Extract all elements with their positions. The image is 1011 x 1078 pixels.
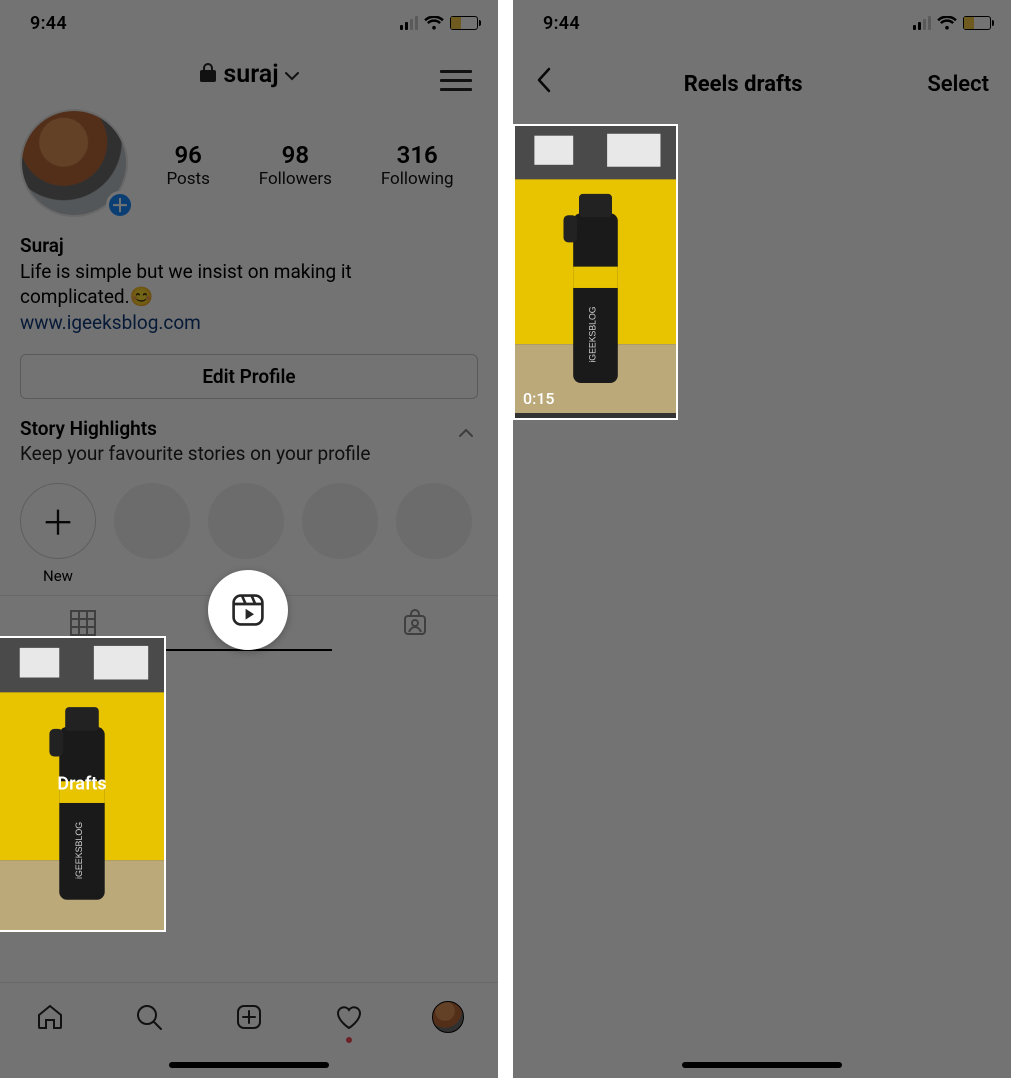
cellular-signal-icon: [913, 16, 931, 30]
chevron-left-icon: [535, 66, 553, 94]
username-text: suraj: [223, 60, 278, 89]
highlight-placeholder: [302, 483, 378, 585]
svg-text:iGEEKSBLOG: iGEEKSBLOG: [74, 822, 84, 879]
followers-label: Followers: [259, 169, 332, 189]
bio-line-2: complicated.😊: [20, 284, 478, 310]
activity-dot: [346, 1037, 352, 1043]
edit-profile-button[interactable]: Edit Profile: [20, 354, 478, 399]
nav-activity[interactable]: [329, 997, 369, 1037]
search-icon: [134, 1002, 164, 1032]
home-indicator: [682, 1062, 842, 1068]
drafts-title: Reels drafts: [684, 72, 803, 97]
status-icons: [400, 16, 478, 31]
screens-divider: [498, 0, 513, 1078]
username-dropdown[interactable]: suraj: [199, 60, 298, 89]
select-button[interactable]: Select: [927, 72, 989, 97]
tab-tagged[interactable]: [332, 596, 498, 650]
draft-duration: 0:15: [523, 389, 555, 408]
plus-icon: ＋: [41, 496, 75, 545]
heart-icon: [334, 1002, 364, 1032]
add-story-badge[interactable]: ＋: [106, 191, 134, 219]
posts-count: 96: [166, 141, 209, 169]
drafts-tile-label: Drafts: [57, 774, 106, 795]
highlight-placeholder: [114, 483, 190, 585]
highlights-subtitle: Keep your favourite stories on your prof…: [20, 442, 478, 465]
followers-stat[interactable]: 98 Followers: [259, 141, 332, 189]
hamburger-menu-button[interactable]: [440, 64, 472, 97]
battery-icon: [963, 16, 991, 30]
reels-icon: [230, 592, 266, 628]
highlight-new-label: New: [43, 567, 73, 585]
home-icon: [35, 1002, 65, 1032]
drafts-header: Reels drafts Select: [513, 46, 1011, 124]
following-stat[interactable]: 316 Following: [381, 141, 454, 189]
bio-line-1: Life is simple but we insist on making i…: [20, 259, 478, 285]
status-time: 9:44: [543, 13, 580, 34]
status-bar: 9:44: [513, 0, 1011, 46]
wifi-icon: [937, 16, 957, 31]
grid-icon: [68, 608, 98, 638]
smile-emoji: 😊: [130, 284, 154, 310]
nav-profile[interactable]: [428, 997, 468, 1037]
new-post-icon: [234, 1002, 264, 1032]
status-bar: 9:44: [0, 0, 498, 46]
highlight-new[interactable]: ＋ New: [20, 483, 96, 585]
highlights-title: Story Highlights: [20, 417, 478, 440]
status-icons: [913, 16, 991, 31]
story-highlights-section: Story Highlights Keep your favourite sto…: [0, 399, 498, 595]
svg-text:iGEEKSBLOG: iGEEKSBLOG: [587, 306, 597, 362]
profile-bio: Suraj Life is simple but we insist on ma…: [0, 221, 498, 340]
drafts-grid: iGEEKSBLOG 0:15: [513, 124, 1011, 420]
reels-drafts-tile[interactable]: iGEEKSBLOG Drafts: [0, 636, 166, 932]
battery-icon: [450, 16, 478, 30]
draft-thumbnail: iGEEKSBLOG: [515, 126, 676, 413]
followers-count: 98: [259, 141, 332, 169]
back-button[interactable]: [529, 62, 559, 106]
profile-avatar[interactable]: ＋: [20, 109, 132, 221]
nav-search[interactable]: [129, 997, 169, 1037]
reels-drafts-screen: 9:44 Reels drafts Select: [513, 0, 1011, 1078]
tagged-icon: [400, 608, 430, 638]
posts-label: Posts: [166, 169, 209, 189]
bio-link[interactable]: www.igeeksblog.com: [20, 310, 478, 336]
lock-icon: [199, 62, 217, 87]
profile-header: suraj: [0, 46, 498, 109]
reels-tab-highlight[interactable]: [208, 570, 288, 650]
draft-item[interactable]: iGEEKSBLOG 0:15: [513, 124, 678, 420]
posts-stat[interactable]: 96 Posts: [166, 141, 209, 189]
following-count: 316: [381, 141, 454, 169]
nav-avatar-icon: [432, 1001, 464, 1033]
nav-new-post[interactable]: [229, 997, 269, 1037]
highlight-placeholder: [396, 483, 472, 585]
profile-screen: 9:44 suraj ＋: [0, 0, 498, 1078]
wifi-icon: [424, 16, 444, 31]
following-label: Following: [381, 169, 454, 189]
display-name: Suraj: [20, 233, 478, 259]
chevron-down-icon: [285, 69, 299, 85]
profile-info-row: ＋ 96 Posts 98 Followers 316 Following: [0, 109, 498, 221]
cellular-signal-icon: [400, 16, 418, 30]
status-time: 9:44: [30, 13, 67, 34]
nav-home[interactable]: [30, 997, 70, 1037]
home-indicator: [169, 1062, 329, 1068]
chevron-up-icon[interactable]: [458, 423, 474, 442]
